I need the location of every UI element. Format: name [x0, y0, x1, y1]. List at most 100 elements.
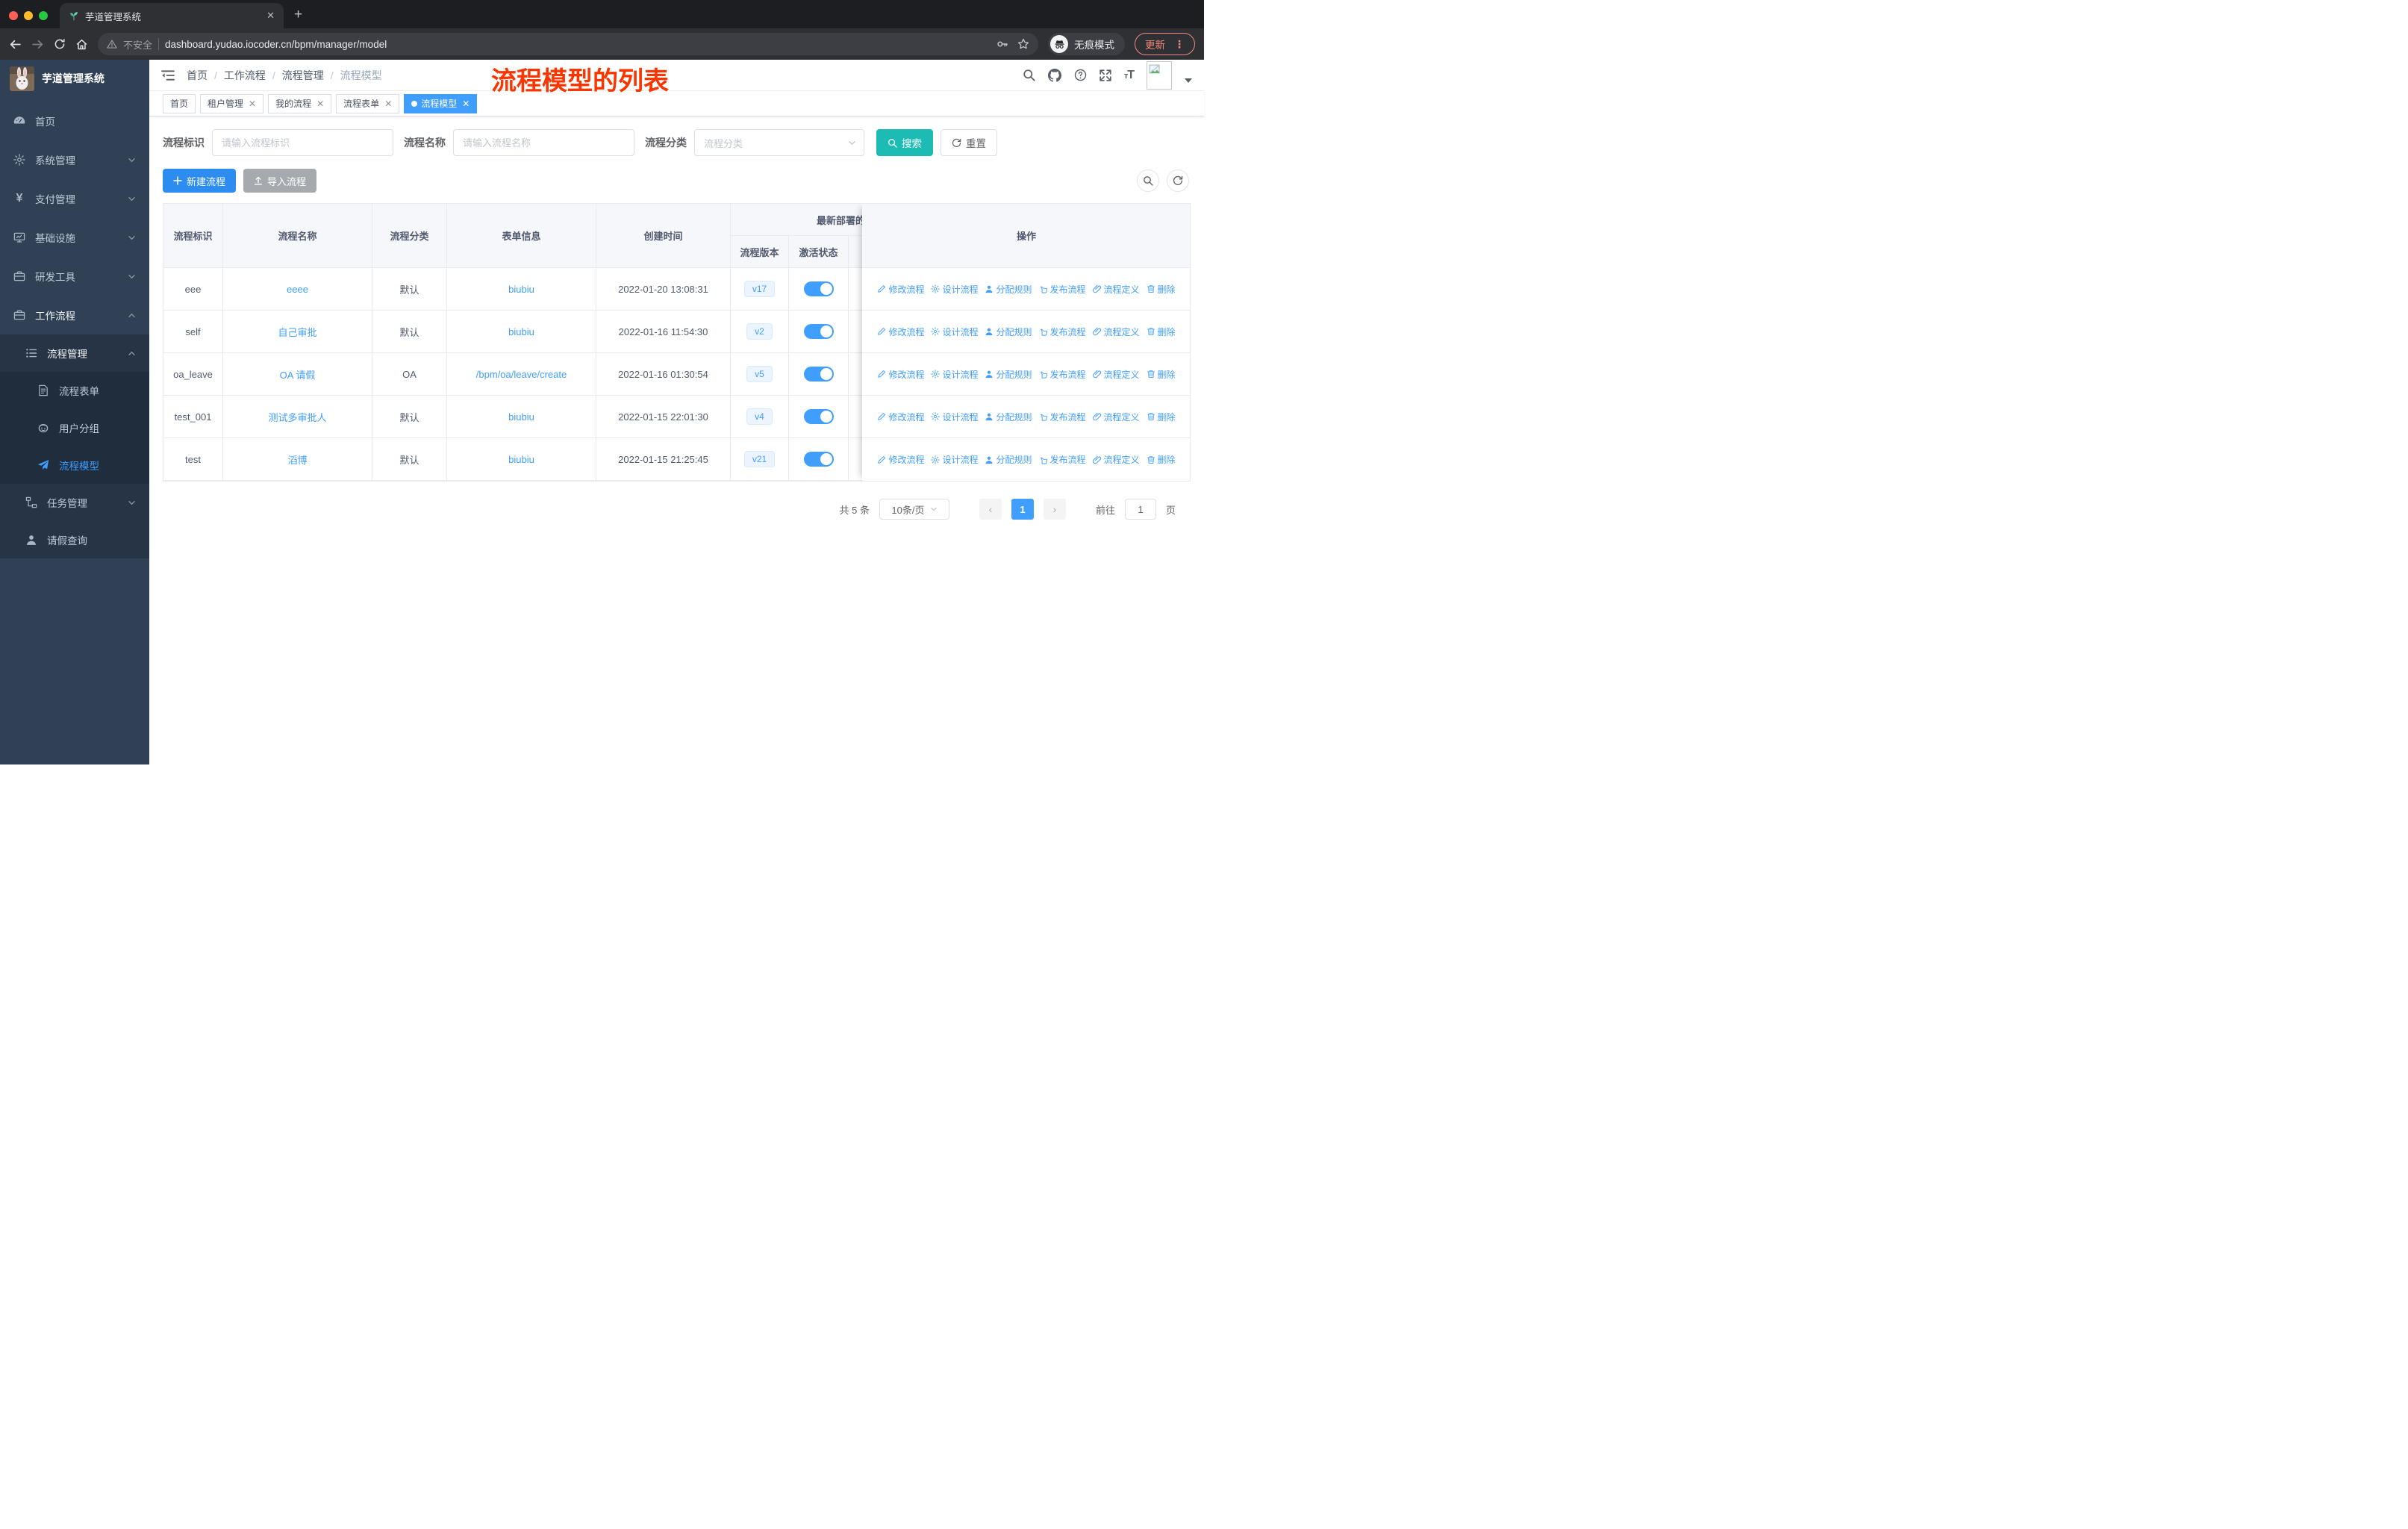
- form-link[interactable]: biubiu: [508, 326, 534, 337]
- close-icon[interactable]: ✕: [462, 99, 470, 109]
- modify-process-link[interactable]: 修改流程: [877, 411, 924, 423]
- process-definition-link[interactable]: 流程定义: [1093, 368, 1140, 381]
- delete-link[interactable]: 删除: [1147, 283, 1176, 296]
- show-search-button[interactable]: [1137, 169, 1159, 192]
- tag-my-process[interactable]: 我的流程 ✕: [268, 93, 332, 113]
- form-link[interactable]: biubiu: [508, 454, 534, 465]
- next-page-button[interactable]: ›: [1043, 499, 1066, 520]
- breadcrumb-process-management[interactable]: 流程管理: [282, 68, 324, 83]
- sidebar-item-infra[interactable]: 基础设施: [0, 218, 149, 257]
- active-toggle[interactable]: [803, 324, 834, 339]
- window-close-button[interactable]: [9, 11, 18, 20]
- active-toggle[interactable]: [803, 409, 834, 424]
- assign-rule-link[interactable]: 分配规则: [985, 368, 1032, 381]
- delete-link[interactable]: 删除: [1147, 368, 1176, 381]
- assign-rule-link[interactable]: 分配规则: [985, 326, 1032, 338]
- github-icon[interactable]: [1048, 69, 1061, 82]
- publish-process-link[interactable]: 发布流程: [1039, 283, 1086, 296]
- design-process-link[interactable]: 设计流程: [931, 283, 978, 296]
- page-size-select[interactable]: 10条/页: [879, 499, 949, 520]
- header-search-icon[interactable]: [1023, 69, 1035, 81]
- design-process-link[interactable]: 设计流程: [931, 368, 978, 381]
- form-link[interactable]: biubiu: [508, 284, 534, 295]
- version-badge[interactable]: v17: [743, 281, 776, 297]
- refresh-table-button[interactable]: [1167, 169, 1189, 192]
- assign-rule-link[interactable]: 分配规则: [985, 411, 1032, 423]
- form-link[interactable]: biubiu: [508, 411, 534, 423]
- publish-process-link[interactable]: 发布流程: [1039, 411, 1086, 423]
- search-button[interactable]: 搜索: [876, 129, 933, 156]
- prev-page-button[interactable]: ‹: [979, 499, 1002, 520]
- breadcrumb-workflow[interactable]: 工作流程: [224, 68, 266, 83]
- sidebar-item-workflow[interactable]: 工作流程: [0, 296, 149, 334]
- process-name-link[interactable]: 自己审批: [278, 325, 316, 339]
- password-key-icon[interactable]: [996, 38, 1008, 50]
- reload-icon[interactable]: [54, 38, 66, 50]
- sidebar-item-task-management[interactable]: 任务管理: [0, 484, 149, 521]
- tab-close-icon[interactable]: ✕: [266, 10, 275, 22]
- address-bar[interactable]: 不安全 dashboard.yudao.iocoder.cn/bpm/manag…: [98, 33, 1038, 55]
- sidebar-item-devtools[interactable]: 研发工具: [0, 257, 149, 296]
- avatar-caret-icon[interactable]: [1185, 78, 1192, 83]
- process-name-input[interactable]: [453, 129, 634, 156]
- process-name-link[interactable]: eeee: [287, 284, 308, 295]
- avatar[interactable]: [1147, 60, 1172, 90]
- delete-link[interactable]: 删除: [1147, 326, 1176, 338]
- browser-tab[interactable]: 芋道管理系统 ✕: [60, 3, 284, 28]
- url-text[interactable]: dashboard.yudao.iocoder.cn/bpm/manager/m…: [165, 39, 991, 50]
- close-icon[interactable]: ✕: [316, 99, 324, 109]
- forward-icon[interactable]: [31, 38, 44, 51]
- window-zoom-button[interactable]: [39, 11, 48, 20]
- publish-process-link[interactable]: 发布流程: [1039, 326, 1086, 338]
- tag-process-model[interactable]: 流程模型 ✕: [404, 93, 478, 113]
- modify-process-link[interactable]: 修改流程: [877, 453, 924, 466]
- close-icon[interactable]: ✕: [249, 99, 256, 109]
- process-name-link[interactable]: 测试多审批人: [268, 410, 326, 424]
- form-link[interactable]: /bpm/oa/leave/create: [476, 369, 567, 380]
- new-tab-button[interactable]: +: [294, 7, 302, 23]
- breadcrumb-home[interactable]: 首页: [187, 68, 208, 83]
- publish-process-link[interactable]: 发布流程: [1039, 368, 1086, 381]
- delete-link[interactable]: 删除: [1147, 411, 1176, 423]
- sidebar-item-payment[interactable]: ¥ 支付管理: [0, 179, 149, 218]
- publish-process-link[interactable]: 发布流程: [1039, 453, 1086, 466]
- reset-button[interactable]: 重置: [941, 129, 997, 156]
- design-process-link[interactable]: 设计流程: [931, 411, 978, 423]
- process-category-select[interactable]: 流程分类: [694, 129, 864, 156]
- sidebar-item-leave-query[interactable]: 请假查询: [0, 521, 149, 558]
- not-secure-warning-icon[interactable]: [107, 39, 117, 49]
- import-process-button[interactable]: 导入流程: [243, 169, 317, 193]
- design-process-link[interactable]: 设计流程: [931, 453, 978, 466]
- back-icon[interactable]: [9, 38, 22, 51]
- tag-process-form[interactable]: 流程表单 ✕: [336, 93, 400, 113]
- sidebar-collapse-icon[interactable]: [161, 69, 175, 81]
- version-badge[interactable]: v2: [746, 323, 773, 340]
- delete-link[interactable]: 删除: [1147, 453, 1176, 466]
- close-icon[interactable]: ✕: [384, 99, 392, 109]
- create-process-button[interactable]: 新建流程: [163, 169, 237, 193]
- process-definition-link[interactable]: 流程定义: [1093, 283, 1140, 296]
- version-badge[interactable]: v4: [746, 408, 773, 425]
- font-size-icon[interactable]: тT: [1124, 69, 1135, 82]
- sidebar-item-process-model[interactable]: 流程模型: [0, 446, 149, 484]
- help-icon[interactable]: [1074, 69, 1087, 81]
- modify-process-link[interactable]: 修改流程: [877, 326, 924, 338]
- browser-menu-icon[interactable]: ⋮: [1174, 38, 1185, 51]
- process-definition-link[interactable]: 流程定义: [1093, 411, 1140, 423]
- sidebar-item-user-group[interactable]: 用户分组: [0, 409, 149, 446]
- version-badge[interactable]: v21: [743, 451, 776, 467]
- tag-home[interactable]: 首页: [163, 93, 196, 113]
- tag-tenant[interactable]: 租户管理 ✕: [200, 93, 264, 113]
- design-process-link[interactable]: 设计流程: [931, 326, 978, 338]
- modify-process-link[interactable]: 修改流程: [877, 283, 924, 296]
- sidebar-item-process-form[interactable]: 流程表单: [0, 372, 149, 409]
- active-toggle[interactable]: [803, 281, 834, 296]
- browser-update-button[interactable]: 更新 ⋮: [1135, 33, 1195, 55]
- fullscreen-icon[interactable]: [1099, 69, 1111, 81]
- sidebar-item-system[interactable]: 系统管理: [0, 140, 149, 179]
- process-definition-link[interactable]: 流程定义: [1093, 453, 1140, 466]
- process-name-link[interactable]: OA 请假: [280, 367, 316, 382]
- window-minimize-button[interactable]: [24, 11, 33, 20]
- page-number-current[interactable]: 1: [1011, 499, 1034, 520]
- version-badge[interactable]: v5: [746, 366, 773, 382]
